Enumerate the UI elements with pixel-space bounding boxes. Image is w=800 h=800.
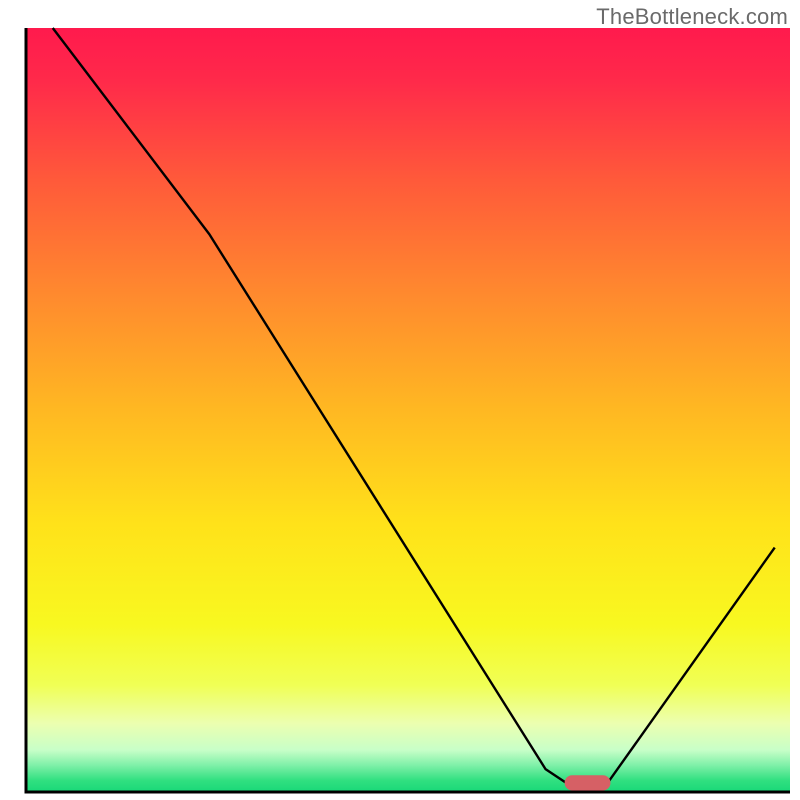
bottleneck-chart — [0, 0, 800, 800]
watermark-text: TheBottleneck.com — [596, 4, 788, 30]
optimal-zone-marker — [565, 775, 611, 790]
